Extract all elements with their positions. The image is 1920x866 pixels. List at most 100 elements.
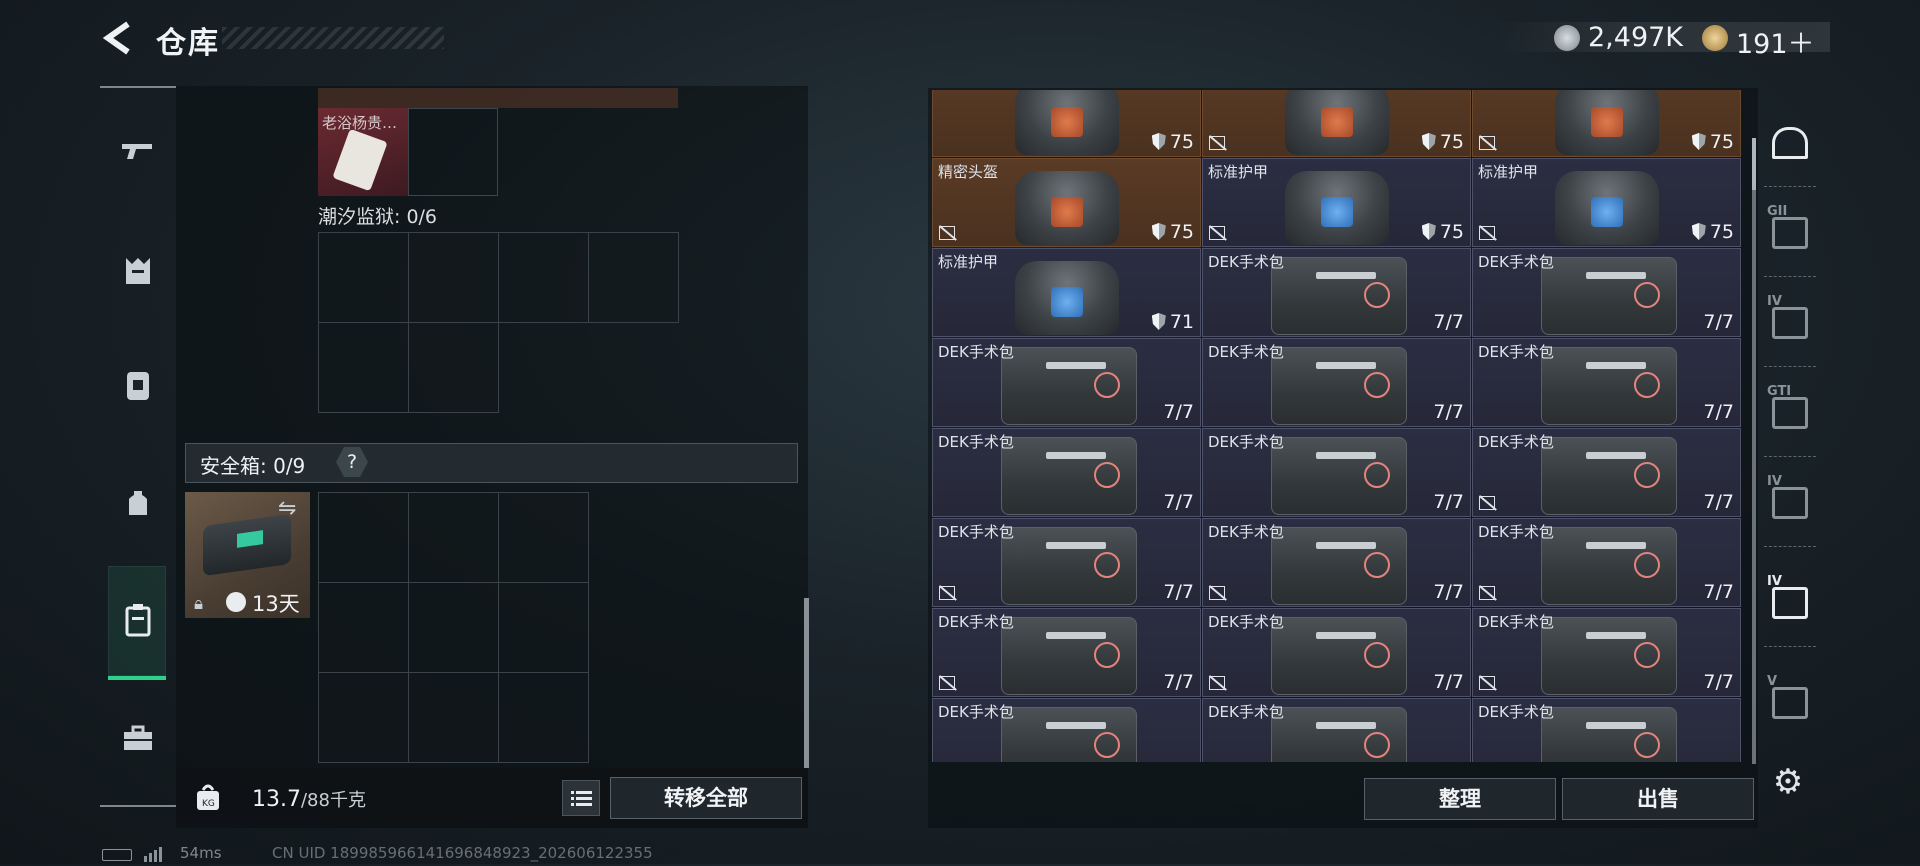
item-value-text: 75 [1709, 221, 1734, 243]
durability-value: 75 [1151, 131, 1194, 153]
surgical-kit-icon [1001, 437, 1137, 515]
svg-text:KG: KG [202, 799, 215, 809]
currency-secondary-value[interactable]: 191＋ [1736, 22, 1815, 61]
title-decoration [222, 27, 444, 49]
inventory-item-card[interactable]: DEK手术包 7/7 [1202, 338, 1471, 427]
inventory-item-card[interactable]: DEK手术包 7/7 [1472, 698, 1741, 762]
list-view-button[interactable] [562, 780, 600, 816]
safe-grid-slot[interactable] [408, 492, 499, 583]
inventory-item-card[interactable]: DEK手术包 7/7 [1472, 338, 1741, 427]
inventory-scrollbar-thumb[interactable] [1752, 138, 1756, 190]
inventory-item-card[interactable]: DEK手术包 7/7 [932, 338, 1201, 427]
signal-icon [144, 846, 168, 862]
durability-value: 75 [1421, 131, 1464, 153]
container-scrollbar[interactable] [804, 598, 809, 768]
medkit-filter-icon[interactable]: IV [1765, 574, 1815, 626]
item-name: DEK手术包 [1208, 523, 1284, 541]
helmet-filter-icon[interactable] [1765, 120, 1815, 166]
safe-grid-slot[interactable] [318, 672, 409, 763]
nav-chest-rig-icon[interactable] [118, 365, 158, 405]
nav-weapon-icon[interactable] [118, 132, 158, 172]
inventory-item-card[interactable]: DEK手术包 7/7 [932, 608, 1201, 697]
armor-item-icon [1285, 171, 1389, 245]
item-value-text: 71 [1169, 311, 1194, 333]
armor-item-icon [1015, 90, 1119, 155]
surgical-kit-icon [1001, 617, 1137, 695]
weight-icon: KG [197, 784, 219, 810]
gear-icon[interactable]: ⚙ [1768, 762, 1808, 802]
swap-icon[interactable]: ⇋ [278, 496, 296, 521]
safe-grid-slot[interactable] [498, 492, 589, 583]
armor-filter-icon[interactable]: GII [1765, 204, 1815, 256]
inventory-item-card[interactable]: DEK手术包 7/7 [932, 428, 1201, 517]
no-trade-icon [1479, 226, 1495, 240]
inventory-item-card[interactable]: 标准护甲 75 [1472, 158, 1741, 247]
shield-icon [1151, 223, 1166, 240]
inventory-item-card[interactable]: 75 [932, 90, 1201, 157]
safe-grid-slot[interactable] [318, 582, 409, 673]
inventory-item-card[interactable]: DEK手术包 7/7 [1472, 248, 1741, 337]
nav-backpack-icon[interactable] [118, 484, 158, 524]
item-name: DEK手术包 [1208, 433, 1284, 451]
surgical-kit-icon [1001, 707, 1137, 762]
inventory-item-card[interactable]: 75 [1202, 90, 1471, 157]
folder-filter-icon[interactable]: IV [1765, 474, 1815, 526]
container-item-name: 老浴杨贵… [322, 114, 398, 132]
inventory-item-card[interactable]: DEK手术包 7/7 [932, 698, 1201, 762]
inventory-item-card[interactable]: DEK手术包 7/7 [1202, 608, 1471, 697]
sort-button[interactable]: 整理 [1364, 778, 1556, 820]
safe-grid-slot[interactable] [498, 582, 589, 673]
no-trade-icon [1479, 586, 1495, 600]
uses-value: 7/7 [1703, 761, 1734, 762]
inventory-item-card[interactable]: DEK手术包 7/7 [1472, 428, 1741, 517]
inventory-item-card[interactable]: 75 [1472, 90, 1741, 157]
nav-safe-box-icon[interactable] [118, 600, 158, 640]
grid-slot[interactable] [318, 322, 409, 413]
grid-slot[interactable] [318, 232, 409, 323]
inventory-item-card[interactable]: 精密头盔 75 [932, 158, 1201, 247]
item-name: DEK手术包 [1478, 343, 1554, 361]
safe-grid-slot[interactable] [408, 582, 499, 673]
nav-toolbox-icon[interactable] [118, 718, 158, 758]
surgical-kit-icon [1271, 347, 1407, 425]
inventory-item-card[interactable]: DEK手术包 7/7 [1202, 698, 1471, 762]
item-value-text: 7/7 [1433, 581, 1464, 603]
safe-grid-slot[interactable] [318, 492, 409, 583]
item-name: DEK手术包 [938, 613, 1014, 631]
back-arrow-icon[interactable] [100, 20, 136, 56]
safe-grid-slot[interactable] [498, 672, 589, 763]
safe-grid-slot[interactable] [408, 672, 499, 763]
grid-slot[interactable] [588, 232, 679, 323]
grid-slot[interactable] [408, 232, 499, 323]
inventory-scrollbar[interactable] [1752, 138, 1756, 764]
inventory-item-card[interactable]: 标准护甲 71 [932, 248, 1201, 337]
surgical-kit-icon [1541, 617, 1677, 695]
inventory-item-card[interactable]: DEK手术包 7/7 [1472, 518, 1741, 607]
weapon-filter-icon[interactable]: GTI [1765, 384, 1815, 436]
armor-filter-icon[interactable]: IV [1765, 294, 1815, 346]
inventory-item-card[interactable]: DEK手术包 7/7 [1202, 428, 1471, 517]
surgical-kit-icon [1541, 347, 1677, 425]
safe-box-label: 安全箱: 0/9 [200, 454, 306, 478]
inventory-item-card[interactable]: DEK手术包 7/7 [1202, 248, 1471, 337]
item-value-text: 7/7 [1163, 671, 1194, 693]
transfer-all-button[interactable]: 转移全部 [610, 777, 802, 819]
case-filter-icon[interactable]: V [1765, 674, 1815, 726]
page-title: 仓库 [156, 26, 220, 61]
grid-slot[interactable] [408, 322, 499, 413]
inventory-item-card[interactable]: 标准护甲 75 [1202, 158, 1471, 247]
uses-value: 7/7 [1703, 491, 1734, 513]
no-trade-icon [1209, 136, 1225, 150]
tier-label: IV [1767, 474, 1782, 489]
nav-armor-vest-icon[interactable] [118, 250, 158, 290]
inventory-item-card[interactable]: DEK手术包 7/7 [932, 518, 1201, 607]
container-empty-slot[interactable] [408, 108, 498, 196]
item-value-text: 7/7 [1163, 761, 1194, 762]
gold-coin-icon [1702, 25, 1728, 51]
uses-value: 7/7 [1163, 581, 1194, 603]
no-trade-icon [1209, 676, 1225, 690]
grid-slot[interactable] [498, 232, 589, 323]
sell-button[interactable]: 出售 [1562, 778, 1754, 820]
inventory-item-card[interactable]: DEK手术包 7/7 [1202, 518, 1471, 607]
inventory-item-card[interactable]: DEK手术包 7/7 [1472, 608, 1741, 697]
